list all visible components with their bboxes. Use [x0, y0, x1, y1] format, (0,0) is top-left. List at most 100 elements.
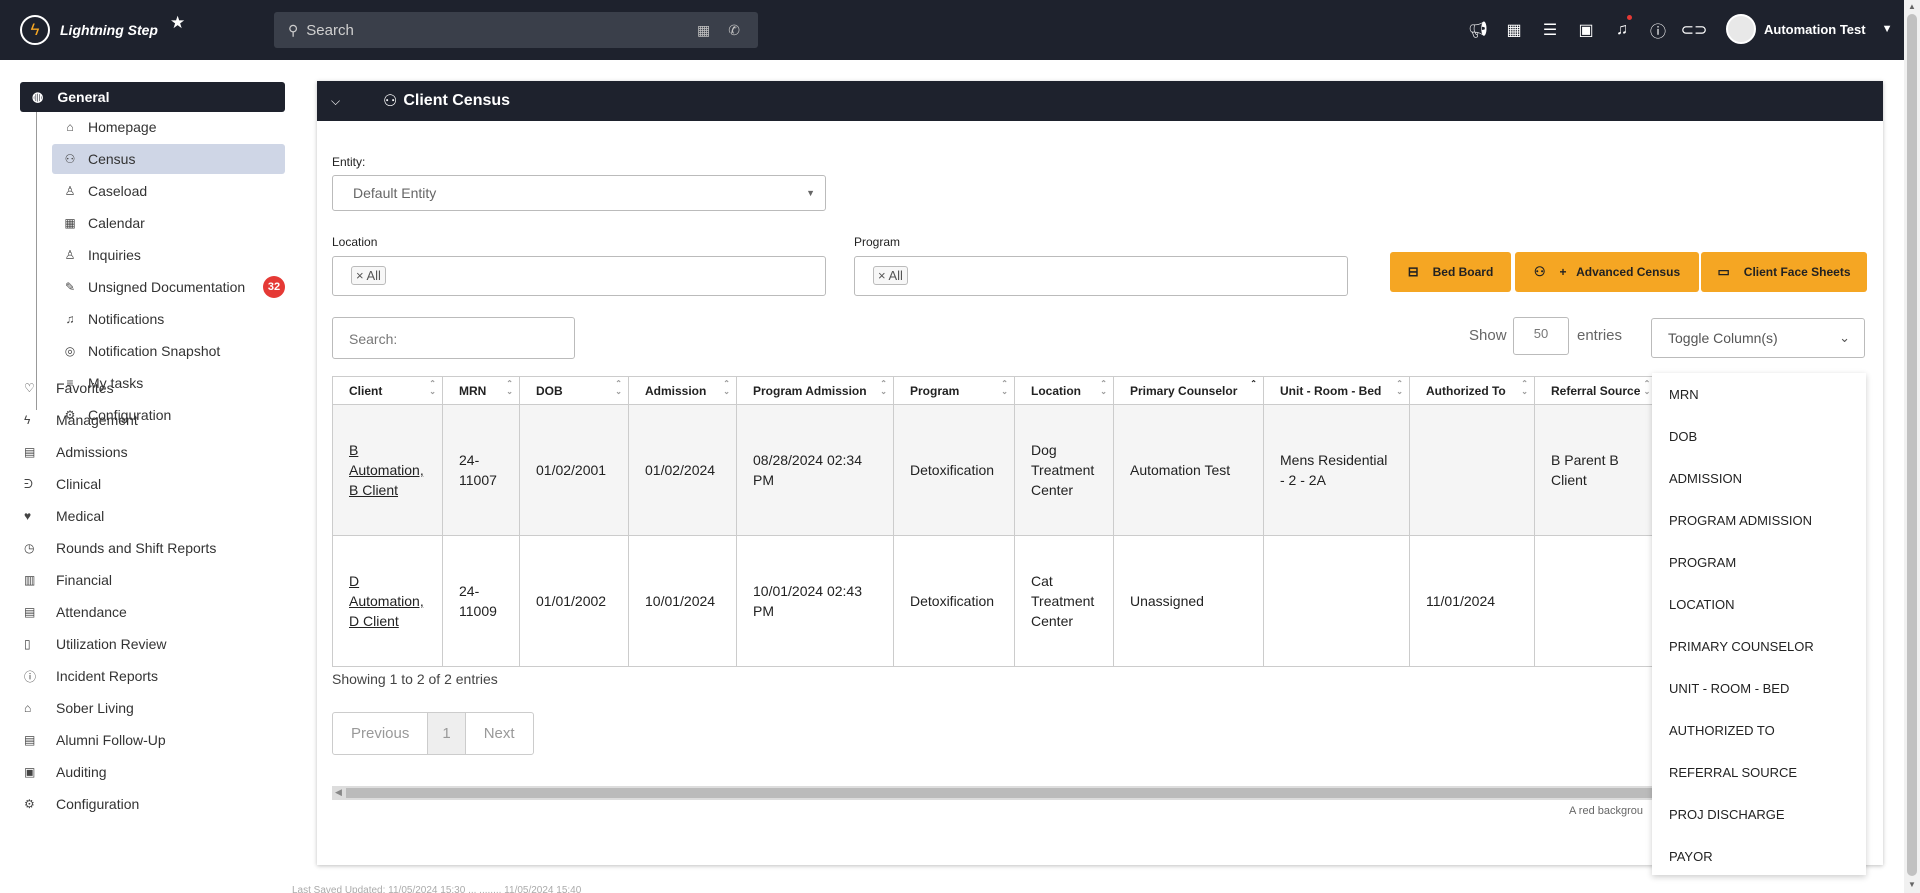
calendar-icon: ▦ — [64, 216, 76, 230]
megaphone-icon[interactable]: 📢︎ — [1460, 20, 1496, 40]
sidebar-section-configuration[interactable]: ⚙ Configuration — [24, 789, 284, 819]
advanced-census-button[interactable]: ⚇ + Advanced Census — [1515, 252, 1699, 292]
location-tag-all[interactable]: × All — [351, 266, 386, 285]
chat-icon[interactable]: ▣ — [1568, 20, 1604, 40]
sidebar-section-admissions[interactable]: ▤ Admissions — [24, 437, 284, 467]
horizontal-scrollbar[interactable]: ◀ — [332, 786, 1666, 800]
scrollbar-thumb[interactable] — [346, 788, 1666, 798]
sidebar-section-general[interactable]: ◍ General — [20, 82, 285, 112]
entity-select[interactable]: Default Entity ▼ — [332, 175, 826, 211]
scroll-down-icon[interactable]: ▼ — [1908, 880, 1916, 889]
scroll-left-icon[interactable]: ◀ — [335, 787, 342, 798]
column-header-location[interactable]: Location ⌃ ⌄ — [1014, 376, 1114, 405]
sidebar-section-medical[interactable]: ♥ Medical — [24, 501, 284, 531]
bed-board-button[interactable]: ⊟ Bed Board — [1390, 252, 1511, 292]
client-link[interactable]: B Automation, B Client — [349, 442, 424, 498]
sidebar-section-auditing[interactable]: ▣ Auditing — [24, 757, 284, 787]
sidebar-section-incident-reports[interactable]: ⓘ Incident Reports — [24, 661, 284, 691]
column-header-authorized-to[interactable]: Authorized To ⌃ ⌄ — [1409, 376, 1535, 405]
sidebar-section-sober-living[interactable]: ⌂ Sober Living — [24, 693, 284, 723]
entity-value: Default Entity — [353, 185, 437, 201]
table-row[interactable]: B Automation, B Client 24-11007 01/02/2001… — [332, 404, 1658, 536]
phone-icon[interactable]: ✆ — [728, 22, 740, 39]
column-header-unit-room-bed[interactable]: Unit - Room - Bed ⌃ ⌄ — [1263, 376, 1410, 405]
table-search-input[interactable]: Search: — [332, 317, 575, 359]
toggle-option-program[interactable]: PROGRAM — [1652, 541, 1866, 583]
column-header-label: Location — [1031, 383, 1081, 398]
calendar-search-icon[interactable]: ▦ — [697, 22, 710, 39]
scroll-up-icon[interactable]: ▲ — [1908, 2, 1916, 11]
sort-icon: ⌃ ⌄ — [1100, 379, 1107, 396]
toggle-option-location[interactable]: LOCATION — [1652, 583, 1866, 625]
sidebar-item-unsigned-documentation[interactable]: ✎ Unsigned Documentation 32 — [52, 272, 285, 302]
search-input[interactable]: Search — [306, 22, 697, 39]
panel-title: Client Census — [403, 92, 511, 109]
toggle-option-admission[interactable]: ADMISSION — [1652, 457, 1866, 499]
location-select[interactable]: × All — [332, 256, 826, 296]
help-icon[interactable]: ⓘ — [1640, 18, 1676, 42]
sort-icon: ⌃ ⌄ — [506, 379, 513, 396]
entries-per-page-input[interactable]: 50 — [1513, 317, 1569, 355]
sidebar-item-census[interactable]: ⚇ Census — [52, 144, 285, 174]
toggle-option-primary-counselor[interactable]: PRIMARY COUNSELOR — [1652, 625, 1866, 667]
sidebar-section-attendance[interactable]: ▤ Attendance — [24, 597, 284, 627]
sidebar-item-caseload[interactable]: ♙ Caseload — [52, 176, 285, 206]
column-header-mrn[interactable]: MRN ⌃ ⌄ — [442, 376, 520, 405]
sidebar-item-calendar[interactable]: ▦ Calendar — [52, 208, 285, 238]
sidebar-section-favorites[interactable]: ♡ Favorites — [24, 373, 284, 403]
program-select[interactable]: × All — [854, 256, 1348, 296]
column-header-referral-source[interactable]: Referral Source ⌃ ⌄ — [1533, 376, 1658, 405]
user-menu[interactable]: Automation Test ▼ — [1726, 14, 1892, 44]
app-logo[interactable]: ϟ Lightning Step ★ — [20, 13, 274, 45]
sidebar-item-inquiries[interactable]: ♙ Inquiries — [52, 240, 285, 270]
toggle-option-authorized-to[interactable]: AUTHORIZED TO — [1652, 709, 1866, 751]
toggle-option-unit-room-bed[interactable]: UNIT - ROOM - BED — [1652, 667, 1866, 709]
column-header-primary-counselor[interactable]: Primary Counselor ⌃ — [1113, 376, 1264, 405]
toggle-option-referral-source[interactable]: REFERRAL SOURCE — [1652, 751, 1866, 793]
sidebar-section-clinical[interactable]: ᕭ Clinical — [24, 469, 284, 499]
bell-icon: ♫ — [65, 312, 75, 326]
toggle-columns-button[interactable]: Toggle Column(s) ⌄ — [1651, 318, 1865, 358]
search-icon: ⚲ — [288, 21, 299, 38]
toggle-option-program-admission[interactable]: PROGRAM ADMISSION — [1652, 499, 1866, 541]
toggle-option-mrn[interactable]: MRN — [1652, 373, 1866, 415]
sidebar-section-utilization-review[interactable]: ▯ Utilization Review — [24, 629, 284, 659]
client-link[interactable]: D Automation, D Client — [349, 573, 424, 629]
column-header-program-admission[interactable]: Program Admission ⌃ ⌄ — [736, 376, 894, 405]
global-search-bar[interactable]: ⚲ Search ▦ ✆ — [274, 12, 758, 48]
column-header-client[interactable]: Client ⌃ ⌄ — [332, 376, 443, 405]
sidebar-section-label: Management — [56, 412, 138, 428]
program-tag-all[interactable]: × All — [873, 266, 908, 285]
bell-icon[interactable]: ♫ — [1604, 15, 1640, 39]
table-row[interactable]: D Automation, D Client 24-11009 01/01/2002… — [332, 535, 1658, 667]
cell-dob: 01/02/2001 — [519, 404, 629, 536]
calendar-icon[interactable]: ▦ — [1496, 20, 1532, 40]
palette-icon: ◍ — [32, 89, 44, 104]
sidebar-item-homepage[interactable]: ⌂ Homepage — [52, 112, 285, 142]
vertical-scrollbar[interactable]: ▲ ▼ — [1904, 0, 1920, 893]
toggle-option-dob[interactable]: DOB — [1652, 415, 1866, 457]
home-icon: ⌂ — [66, 120, 74, 134]
sidebar-section-label: Sober Living — [56, 700, 134, 716]
sidebar-section-rounds-and-shift-reports[interactable]: ◷ Rounds and Shift Reports — [24, 533, 284, 563]
column-header-program[interactable]: Program ⌃ ⌄ — [893, 376, 1015, 405]
sidebar-section-alumni-follow-up[interactable]: ▤ Alumni Follow-Up — [24, 725, 284, 755]
column-header-admission[interactable]: Admission ⌃ ⌄ — [628, 376, 737, 405]
previous-page-button[interactable]: Previous — [333, 713, 429, 754]
sidebar-item-notifications[interactable]: ♫ Notifications — [52, 304, 285, 334]
client-face-sheets-button[interactable]: ▭ Client Face Sheets — [1701, 252, 1867, 292]
server-icon[interactable]: ☰ — [1532, 20, 1568, 40]
page-1-button[interactable]: 1 — [428, 713, 466, 754]
column-header-dob[interactable]: DOB ⌃ ⌄ — [519, 376, 629, 405]
collapse-chevron-icon[interactable]: ⌵ — [331, 94, 371, 109]
favorite-star-icon[interactable]: ★ — [170, 13, 185, 33]
toggle-option-payor[interactable]: PAYOR — [1652, 835, 1866, 875]
sidebar-section-management[interactable]: ϟ Management — [24, 405, 284, 435]
sidebar-section-financial[interactable]: ▥ Financial — [24, 565, 284, 595]
sidebar-item-notification-snapshot[interactable]: ◎ Notification Snapshot — [52, 336, 285, 366]
show-label: Show — [1469, 327, 1507, 344]
next-page-button[interactable]: Next — [466, 713, 533, 754]
toggle-option-proj-discharge[interactable]: PROJ DISCHARGE — [1652, 793, 1866, 835]
link-icon[interactable]: ⊂⊃ — [1676, 20, 1712, 40]
scrollbar-thumb[interactable] — [1907, 14, 1917, 876]
